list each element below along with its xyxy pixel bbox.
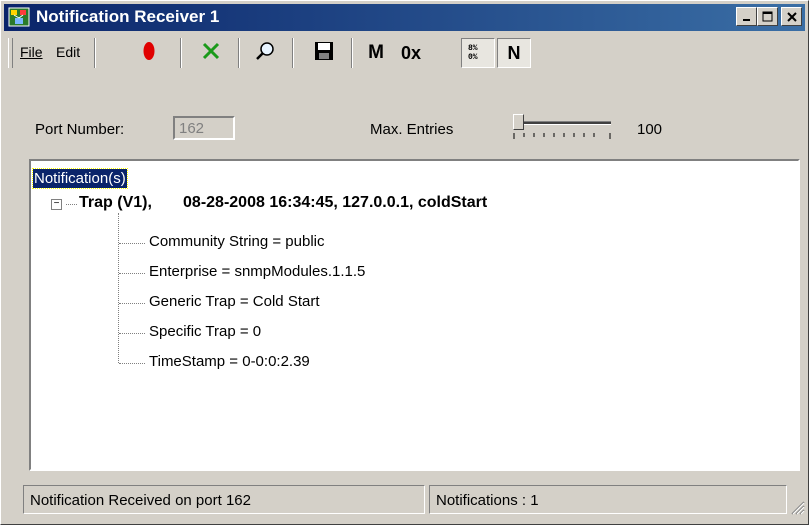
tree-connector bbox=[119, 243, 145, 244]
slider-ticks bbox=[513, 133, 611, 139]
tree-connector bbox=[66, 204, 77, 205]
tree-connector bbox=[119, 363, 145, 364]
status-message-text: Notification Received on port 162 bbox=[30, 492, 251, 509]
tree-child-community[interactable]: Community String = public bbox=[149, 233, 325, 250]
max-entries-label: Max. Entries bbox=[370, 121, 454, 138]
toolbar-grip[interactable] bbox=[8, 38, 13, 68]
tree-connector bbox=[119, 303, 145, 304]
tree-child-enterprise[interactable]: Enterprise = snmpModules.1.1.5 bbox=[149, 263, 365, 280]
save-button[interactable] bbox=[309, 38, 339, 68]
window-title: Notification Receiver 1 bbox=[36, 7, 220, 26]
tree-connector bbox=[119, 273, 145, 274]
find-icon bbox=[254, 40, 276, 66]
tree-connector bbox=[118, 213, 119, 363]
menu-edit-label: Edit bbox=[56, 44, 81, 60]
toolbar-separator bbox=[292, 38, 294, 68]
resize-grip[interactable] bbox=[789, 499, 805, 515]
m-button[interactable]: M bbox=[362, 38, 390, 68]
slider-track bbox=[513, 121, 611, 125]
record-icon bbox=[143, 40, 155, 66]
status-message: Notification Received on port 162 bbox=[23, 485, 425, 514]
delete-button[interactable] bbox=[196, 38, 226, 68]
toolbar-separator bbox=[180, 38, 182, 68]
tree-child-timestamp[interactable]: TimeStamp = 0-0:0:2.39 bbox=[149, 353, 310, 370]
find-button[interactable] bbox=[250, 38, 280, 68]
tree-child-specific-trap[interactable]: Specific Trap = 0 bbox=[149, 323, 261, 340]
menu-file[interactable]: File bbox=[20, 44, 43, 60]
toolbar-separator bbox=[94, 38, 96, 68]
tree-connector bbox=[119, 333, 145, 334]
network-monitor-icon bbox=[8, 7, 30, 27]
minimize-button[interactable] bbox=[736, 7, 757, 26]
slider-thumb[interactable] bbox=[513, 114, 524, 130]
status-count: Notifications : 1 bbox=[429, 485, 787, 514]
toolbar: File Edit M 0x 8% 0% N bbox=[4, 34, 805, 72]
maximize-button[interactable] bbox=[757, 7, 778, 26]
collapse-icon[interactable]: − bbox=[51, 199, 62, 210]
status-count-text: Notifications : 1 bbox=[436, 492, 539, 509]
notification-receiver-window: Notification Receiver 1 File Edit M 0x 8… bbox=[0, 0, 809, 525]
menu-edit[interactable]: Edit bbox=[56, 44, 80, 60]
port-number-label: Port Number: bbox=[35, 121, 125, 138]
oid-format-button[interactable]: 8% 0% bbox=[461, 38, 495, 68]
n-button[interactable]: N bbox=[497, 38, 531, 68]
record-button[interactable] bbox=[134, 38, 164, 68]
svg-text:0%: 0% bbox=[468, 53, 478, 60]
notification-tree[interactable]: Notification(s) − Trap (V1), 08-28-2008 … bbox=[29, 159, 800, 471]
max-entries-slider[interactable] bbox=[509, 113, 615, 139]
tree-child-generic-trap[interactable]: Generic Trap = Cold Start bbox=[149, 293, 320, 310]
tree-root-notifications[interactable]: Notification(s) bbox=[32, 168, 128, 189]
close-button[interactable] bbox=[781, 7, 802, 26]
hex-button-label: 0x bbox=[400, 42, 422, 63]
n-button-label: N bbox=[507, 42, 521, 63]
hex-button[interactable]: 0x bbox=[394, 38, 428, 68]
port-number-field[interactable] bbox=[173, 116, 235, 140]
toolbar-separator bbox=[351, 38, 353, 68]
max-entries-value: 100 bbox=[637, 121, 663, 138]
svg-text:8%: 8% bbox=[468, 44, 478, 53]
save-icon bbox=[314, 41, 334, 65]
menu-file-label: File bbox=[20, 44, 43, 60]
m-button-label: M bbox=[368, 42, 384, 63]
oid-format-icon: 8% 0% bbox=[467, 42, 489, 64]
delete-icon bbox=[201, 41, 221, 65]
title-bar[interactable]: Notification Receiver 1 bbox=[4, 4, 805, 31]
trap-node[interactable]: Trap (V1), 08-28-2008 16:34:45, 127.0.0.… bbox=[79, 194, 487, 212]
toolbar-separator bbox=[238, 38, 240, 68]
